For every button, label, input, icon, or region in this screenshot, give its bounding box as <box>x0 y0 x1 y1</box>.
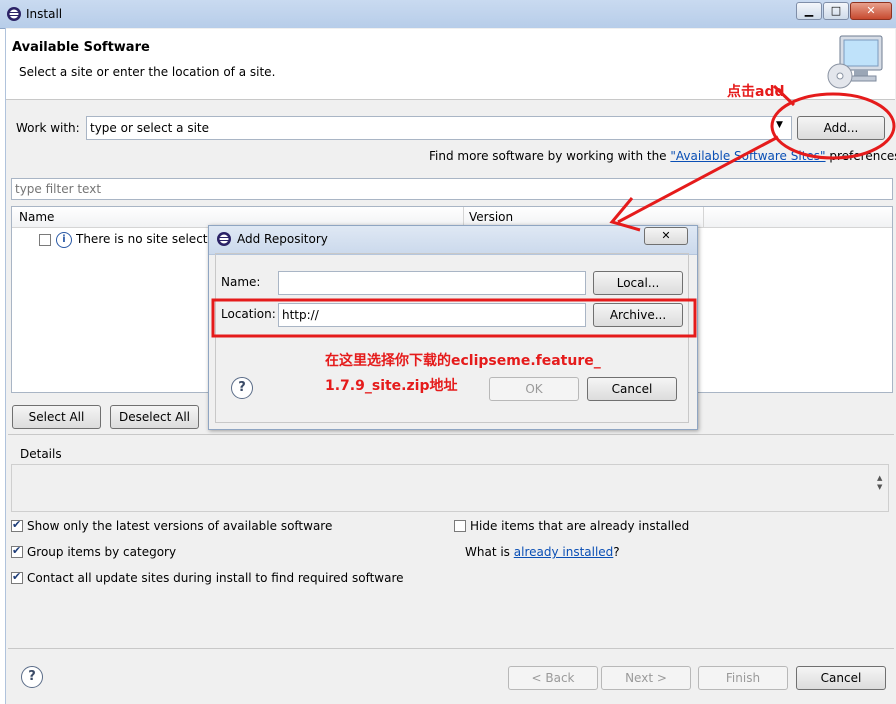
location-box-annotation <box>211 298 697 338</box>
pointer-annotation <box>772 84 796 107</box>
annotation-overlay <box>211 84 896 338</box>
arrow-annotation <box>617 135 779 224</box>
add-circle-annotation <box>770 92 896 160</box>
